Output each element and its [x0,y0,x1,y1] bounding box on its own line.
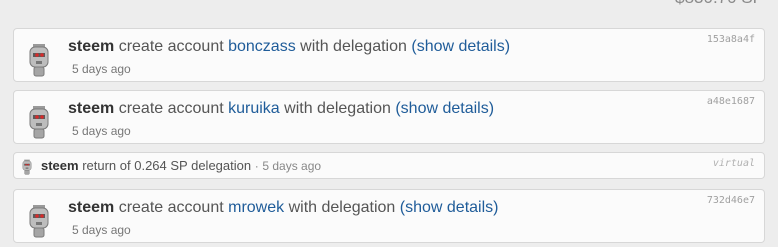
separator: · [254,159,259,173]
operation-description: return of 0.264 SP delegation [82,158,252,173]
virtual-label: virtual [712,158,755,169]
author-link[interactable]: steem [68,199,114,216]
operation-item: steem create account bonczass with deleg… [13,28,765,82]
transaction-id-link[interactable]: a48e1687 [707,96,755,107]
transaction-id-link[interactable]: 153a8a4f [707,34,755,45]
timestamp: 5 days ago [72,124,131,138]
operation-suffix: with delegation [284,100,391,117]
show-details-link[interactable]: (show details) [411,38,510,55]
show-details-link[interactable]: (show details) [395,100,494,117]
author-link[interactable]: steem [41,158,79,173]
timestamp: 5 days ago [72,223,131,237]
author-link[interactable]: steem [68,38,114,55]
robot-avatar-icon[interactable] [26,204,52,238]
operation-suffix: with delegation [300,38,407,55]
robot-avatar-icon[interactable] [21,158,33,176]
operation-action: create account [118,100,224,117]
operation-suffix: with delegation [288,199,396,216]
show-details-link[interactable]: (show details) [400,199,499,216]
operation-action: create account [118,199,224,216]
robot-avatar-icon[interactable] [26,43,52,77]
operation-text: steem create account kuruika with delega… [68,100,494,118]
operation-item: steem create account mrowek with delegat… [13,189,765,243]
author-link[interactable]: steem [68,100,114,117]
operation-text: steem create account bonczass with deleg… [68,38,510,56]
timestamp: 5 days ago [72,62,131,76]
account-link[interactable]: bonczass [228,38,296,55]
timestamp: 5 days ago [262,159,322,173]
virtual-operation-item: steem return of 0.264 SP delegation · 5 … [13,152,765,179]
operation-text: steem create account mrowek with delegat… [68,199,498,217]
operation-text: steem return of 0.264 SP delegation · 5 … [41,158,321,173]
account-value: $830.70 SP [675,0,764,8]
account-link[interactable]: kuruika [228,100,280,117]
account-link[interactable]: mrowek [228,199,284,216]
transaction-id-link[interactable]: 732d46e7 [707,195,755,206]
operation-item: steem create account kuruika with delega… [13,90,765,144]
robot-avatar-icon[interactable] [26,105,52,139]
operation-action: create account [118,38,224,55]
